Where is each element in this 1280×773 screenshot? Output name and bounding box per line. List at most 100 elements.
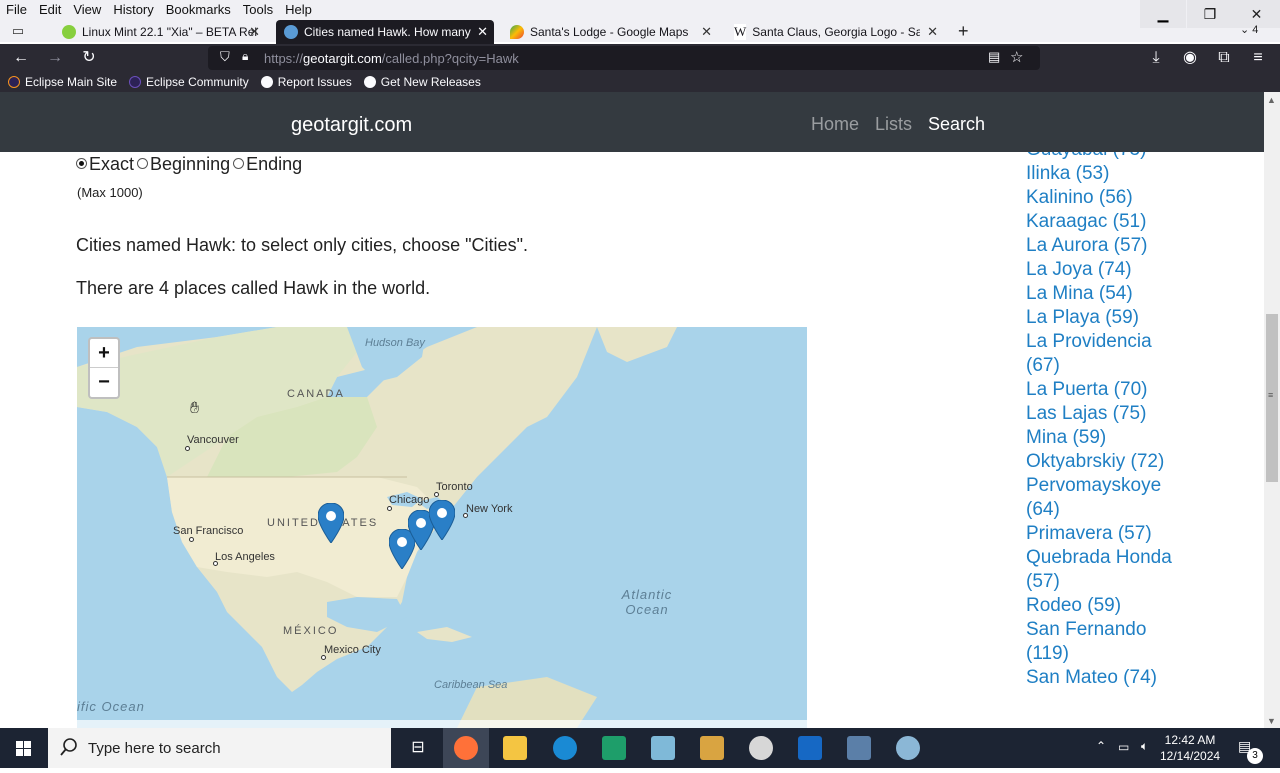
tab-list-button[interactable]: ▭ bbox=[8, 23, 28, 41]
back-button[interactable]: ← bbox=[10, 48, 32, 68]
site-brand[interactable]: geotargit.com bbox=[291, 114, 412, 137]
archive-icon[interactable] bbox=[700, 736, 724, 760]
reader-view-icon[interactable]: ▤ bbox=[988, 49, 1000, 65]
related-name-link[interactable]: La Joya (74) bbox=[1026, 258, 1226, 282]
bookmark-get-new-releases[interactable]: Get New Releases bbox=[363, 75, 481, 89]
system-clock[interactable]: 12:42 AM 12/14/2024 bbox=[1160, 732, 1220, 764]
defender-icon[interactable] bbox=[798, 736, 822, 760]
bookmark-report-issues[interactable]: Report Issues bbox=[260, 75, 352, 89]
menu-bookmarks[interactable]: Bookmarks bbox=[160, 0, 237, 20]
related-name-link[interactable]: Quebrada Honda bbox=[1026, 546, 1226, 570]
related-name-link[interactable]: Karaagac (51) bbox=[1026, 210, 1226, 234]
network-icon[interactable]: ▭ bbox=[1118, 740, 1129, 754]
related-name-link[interactable]: San Mateo (74) bbox=[1026, 666, 1226, 690]
menu-tools[interactable]: Tools bbox=[237, 0, 279, 20]
radio-exact-label[interactable]: Exact bbox=[89, 154, 134, 175]
taskbar-search[interactable]: Type here to search bbox=[48, 728, 391, 768]
menu-help[interactable]: Help bbox=[279, 0, 318, 20]
nav-search[interactable]: Search bbox=[928, 114, 985, 135]
page-scrollbar[interactable]: ▲ ≡ ▼ bbox=[1264, 92, 1280, 728]
related-name-link[interactable]: Kalinino (56) bbox=[1026, 186, 1226, 210]
bookmarks-toolbar: Eclipse Main Site Eclipse Community Repo… bbox=[0, 72, 1280, 92]
task-view-icon[interactable]: ⊟ bbox=[406, 736, 430, 760]
related-name-link[interactable]: La Mina (54) bbox=[1026, 282, 1226, 306]
account-button[interactable]: ◉ bbox=[1179, 48, 1201, 68]
tab-google-maps[interactable]: Santa's Lodge - Google Maps ✕ bbox=[502, 20, 718, 44]
edge-icon[interactable] bbox=[553, 736, 577, 760]
nav-home[interactable]: Home bbox=[811, 114, 859, 135]
clock-time: 12:42 AM bbox=[1164, 733, 1216, 747]
menu-view[interactable]: View bbox=[67, 0, 107, 20]
related-name-link[interactable]: Rodeo (59) bbox=[1026, 594, 1226, 618]
volume-muted-icon[interactable]: 🔈︎ bbox=[1141, 739, 1148, 754]
forward-button[interactable]: → bbox=[44, 48, 66, 68]
related-name-link[interactable]: Oktyabrskiy (72) bbox=[1026, 450, 1226, 474]
related-name-link[interactable]: Las Lajas (75) bbox=[1026, 402, 1226, 426]
start-button[interactable] bbox=[0, 728, 48, 768]
reload-button[interactable]: ↻ bbox=[78, 48, 100, 68]
tracking-shield-icon[interactable]: ⛉ bbox=[220, 49, 230, 65]
menu-history[interactable]: History bbox=[107, 0, 159, 20]
close-tab-icon[interactable]: ✕ bbox=[249, 24, 260, 40]
close-tab-icon[interactable]: ✕ bbox=[927, 24, 938, 40]
related-name-link[interactable]: La Providencia bbox=[1026, 330, 1226, 354]
map[interactable]: + − Hudson Bay CANADA Vancouver Toronto … bbox=[77, 327, 807, 728]
related-name-link[interactable]: (119) bbox=[1026, 642, 1226, 666]
radio-exact[interactable] bbox=[76, 158, 87, 169]
bookmark-star-icon[interactable]: ☆ bbox=[1010, 48, 1023, 66]
nav-lists[interactable]: Lists bbox=[875, 114, 912, 135]
tab-overflow-indicator[interactable]: ⌄ 4 bbox=[1240, 23, 1258, 36]
related-name-link[interactable]: San Fernando bbox=[1026, 618, 1226, 642]
remote-desktop-icon[interactable] bbox=[847, 736, 871, 760]
file-explorer-icon[interactable] bbox=[503, 736, 527, 760]
related-name-link[interactable]: (57) bbox=[1026, 570, 1226, 594]
url-text[interactable]: https://geotargit.com/called.php?qcity=H… bbox=[264, 51, 519, 66]
scroll-down-icon[interactable]: ▼ bbox=[1267, 716, 1276, 726]
new-tab-button[interactable]: + bbox=[958, 21, 969, 42]
map-marker[interactable] bbox=[429, 500, 455, 540]
visual-studio-icon[interactable] bbox=[602, 736, 626, 760]
chevron-up-icon[interactable]: ⌃ bbox=[1096, 739, 1106, 753]
lock-icon[interactable]: 🔒︎ bbox=[242, 49, 248, 64]
tab-linux-mint[interactable]: Linux Mint 22.1 "Xia" – BETA Rel ✕ bbox=[54, 20, 266, 44]
scroll-grip-icon: ≡ bbox=[1268, 390, 1274, 400]
related-name-link[interactable]: (67) bbox=[1026, 354, 1226, 378]
extensions-button[interactable]: ⧉ bbox=[1213, 48, 1235, 68]
menu-edit[interactable]: Edit bbox=[33, 0, 67, 20]
radio-beginning[interactable] bbox=[137, 158, 149, 169]
radio-beginning-label[interactable]: Beginning bbox=[150, 154, 230, 175]
zoom-in-button[interactable]: + bbox=[90, 339, 118, 368]
tab-cities-named-hawk[interactable]: Cities named Hawk. How many ✕ bbox=[276, 20, 494, 44]
bookmark-eclipse-community[interactable]: Eclipse Community bbox=[129, 75, 249, 89]
bookmark-eclipse-main[interactable]: Eclipse Main Site bbox=[8, 75, 117, 89]
related-name-link[interactable]: Ilinka (53) bbox=[1026, 162, 1226, 186]
close-tab-icon[interactable]: ✕ bbox=[701, 24, 712, 40]
tab-wikipedia[interactable]: W Santa Claus, Georgia Logo - San ✕ bbox=[726, 20, 944, 44]
label-new-york: New York bbox=[466, 503, 513, 515]
firefox-taskbar-button[interactable] bbox=[443, 728, 489, 768]
menu-bar: File Edit View History Bookmarks Tools H… bbox=[0, 0, 318, 20]
radio-ending-label[interactable]: Ending bbox=[246, 154, 302, 175]
puzzle-icon: ⧉ bbox=[1218, 49, 1230, 66]
related-name-link[interactable]: La Puerta (70) bbox=[1026, 378, 1226, 402]
notification-count: 3 bbox=[1247, 748, 1263, 764]
close-tab-icon[interactable]: ✕ bbox=[477, 24, 488, 40]
radio-ending[interactable] bbox=[233, 158, 245, 169]
related-name-link[interactable]: La Playa (59) bbox=[1026, 306, 1226, 330]
paint-icon[interactable] bbox=[896, 736, 920, 760]
address-bar[interactable]: ⛉ 🔒︎ https://geotargit.com/called.php?qc… bbox=[208, 46, 1040, 70]
related-name-link[interactable]: Mina (59) bbox=[1026, 426, 1226, 450]
zoom-out-button[interactable]: − bbox=[90, 368, 118, 397]
related-name-link[interactable]: Primavera (57) bbox=[1026, 522, 1226, 546]
related-name-link[interactable]: La Aurora (57) bbox=[1026, 234, 1226, 258]
related-name-link[interactable]: (64) bbox=[1026, 498, 1226, 522]
scroll-up-icon[interactable]: ▲ bbox=[1267, 95, 1276, 105]
related-name-link[interactable]: Guayabal (73) bbox=[1026, 152, 1226, 162]
disc-icon[interactable] bbox=[749, 736, 773, 760]
map-marker[interactable] bbox=[318, 503, 344, 543]
menu-file[interactable]: File bbox=[0, 0, 33, 20]
downloads-button[interactable]: ⤓ bbox=[1145, 48, 1167, 68]
app-menu-button[interactable]: ≡ bbox=[1247, 48, 1269, 68]
notepad-icon[interactable] bbox=[651, 736, 675, 760]
related-name-link[interactable]: Pervomayskoye bbox=[1026, 474, 1226, 498]
